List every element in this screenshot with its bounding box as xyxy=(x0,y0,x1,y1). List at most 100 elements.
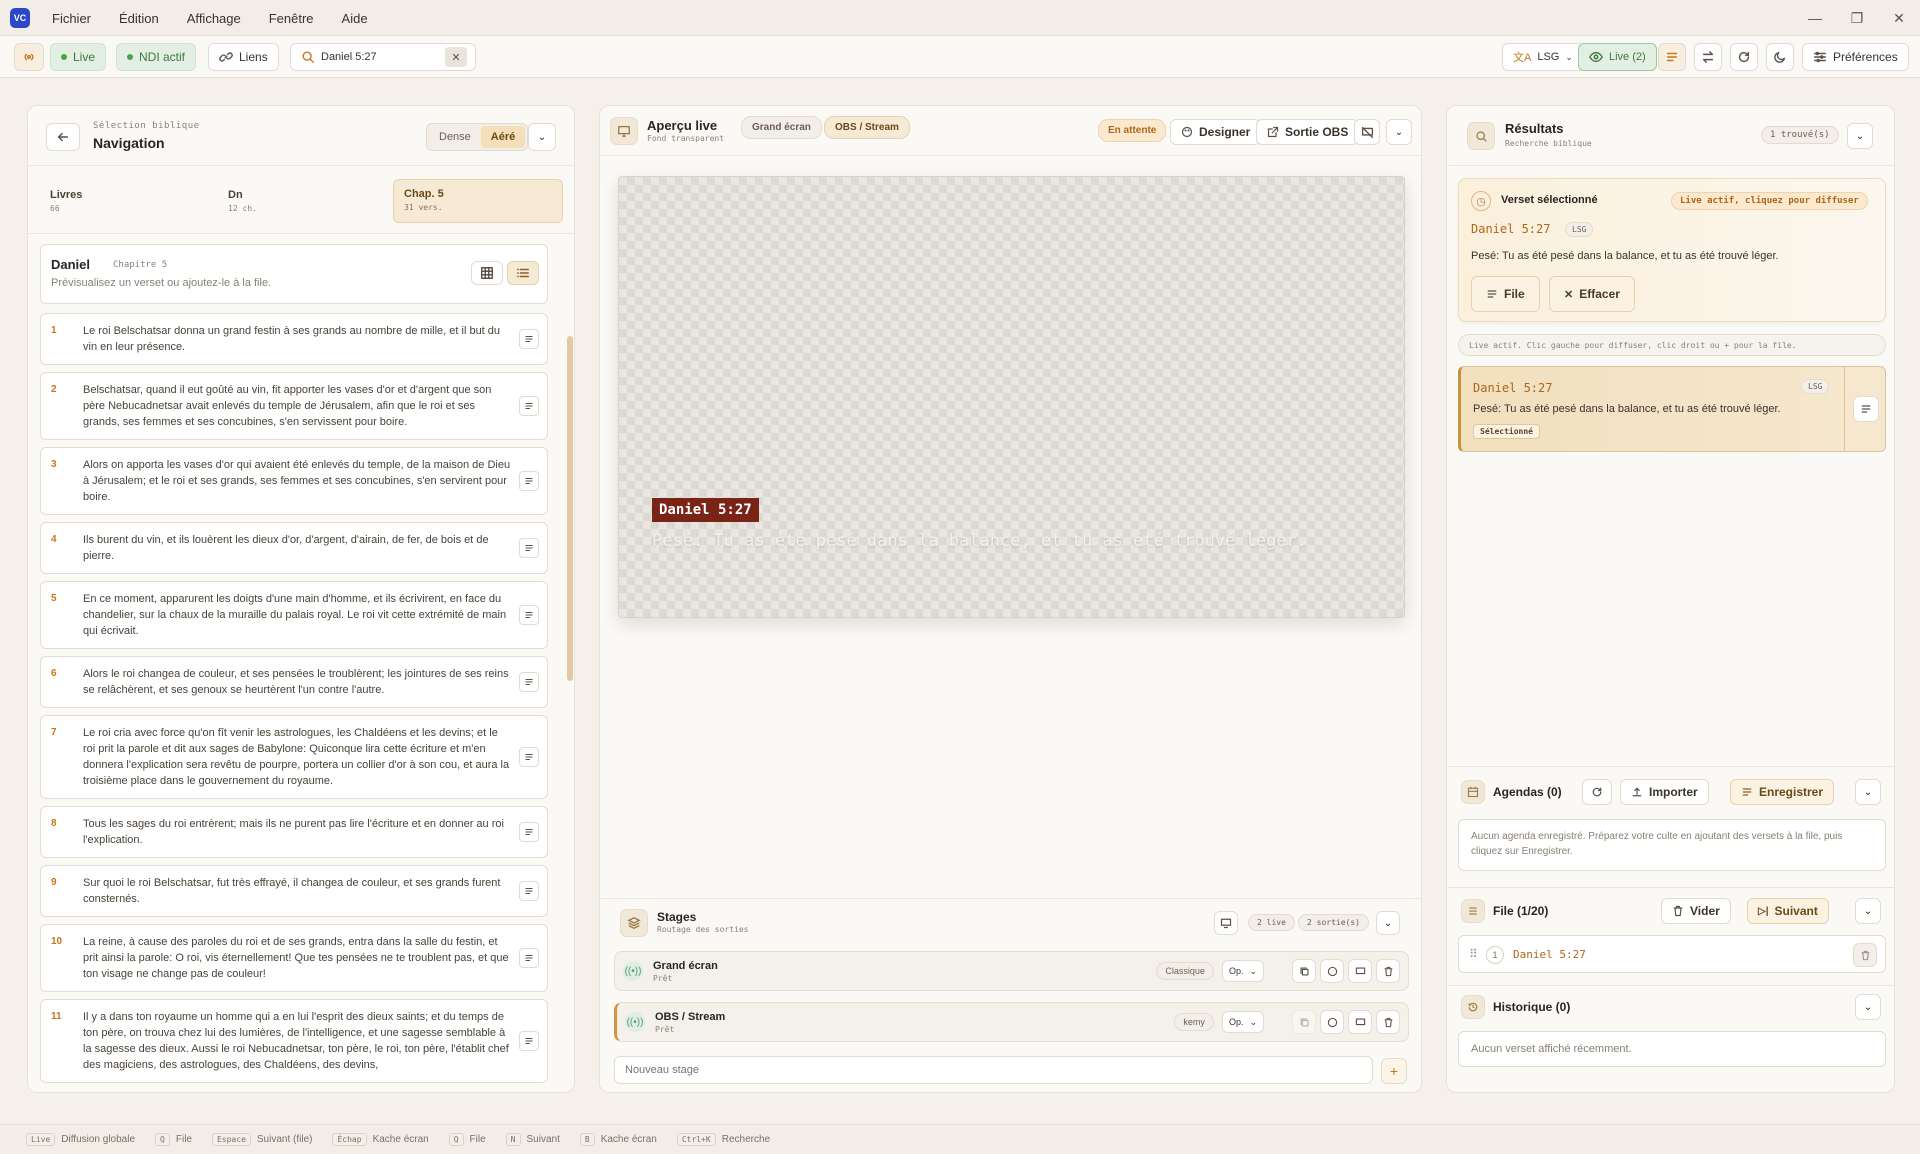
history-chevron-icon[interactable]: ⌄ xyxy=(1855,994,1881,1020)
clear-search-icon[interactable]: ✕ xyxy=(445,47,467,67)
live-toggle-button[interactable]: Live xyxy=(50,43,107,71)
save-agenda-button[interactable]: Enregistrer xyxy=(1730,779,1835,805)
refresh-icon[interactable] xyxy=(1730,43,1758,71)
preferences-button[interactable]: Préférences xyxy=(1802,43,1909,71)
moon-icon[interactable] xyxy=(1766,43,1794,71)
live-outputs-button[interactable]: Live (2) xyxy=(1578,43,1657,71)
ndi-toggle-button[interactable]: NDI actif xyxy=(116,43,197,71)
menu-fenetre[interactable]: Fenêtre xyxy=(269,11,314,26)
list-item[interactable]: 10 La reine, à cause des paroles du roi e… xyxy=(40,924,548,992)
agendas-chevron-icon[interactable]: ⌄ xyxy=(1855,779,1881,805)
add-to-queue-icon[interactable] xyxy=(519,329,539,349)
drag-handle-icon[interactable]: ⠿ xyxy=(1469,947,1478,961)
add-to-queue-icon[interactable] xyxy=(519,948,539,968)
links-button[interactable]: Liens xyxy=(208,43,279,71)
list-item[interactable]: 8 Tous les sages du roi entrèrent; mais i… xyxy=(40,806,548,858)
list-item[interactable]: 7 Le roi cria avec force qu'on fît venir … xyxy=(40,715,548,799)
stage-monitor-icon[interactable] xyxy=(1214,911,1238,935)
search-box[interactable]: ✕ xyxy=(290,43,476,71)
density-dense[interactable]: Dense xyxy=(429,126,481,148)
restore-icon[interactable]: ❐ xyxy=(1836,0,1878,36)
next-button[interactable]: ▷| Suivant xyxy=(1747,898,1829,924)
menu-aide[interactable]: Aide xyxy=(342,11,368,26)
close-icon[interactable]: ✕ xyxy=(1878,0,1920,36)
stage-row[interactable]: ((•)) OBS / Stream Prêt kemy Op. ⌄ xyxy=(614,1002,1409,1042)
new-stage-input[interactable] xyxy=(614,1056,1373,1084)
list-item[interactable]: 6 Alors le roi changea de couleur, et ses… xyxy=(40,656,548,708)
add-to-queue-icon[interactable] xyxy=(519,605,539,625)
add-stage-icon[interactable]: + xyxy=(1381,1058,1407,1084)
list-item[interactable]: 2 Belschatsar, quand il eut goûté au vin,… xyxy=(40,372,548,440)
copy-icon[interactable] xyxy=(1292,1010,1316,1034)
tab-livres[interactable]: Livres 66 xyxy=(50,179,210,221)
clear-selection-button[interactable]: ✕ Effacer xyxy=(1549,276,1635,312)
queue-list-icon[interactable] xyxy=(1658,43,1686,71)
list-item[interactable]: 5 En ce moment, apparurent les doigts d'u… xyxy=(40,581,548,649)
translation-select[interactable]: 文A LSG ⌄ xyxy=(1502,43,1584,71)
add-to-queue-icon[interactable] xyxy=(519,471,539,491)
stage-row[interactable]: ((•)) Grand écran Prêt Classique Op. ⌄ xyxy=(614,951,1409,991)
results-chevron-icon[interactable]: ⌄ xyxy=(1847,123,1873,149)
list-item[interactable]: 9 Sur quoi le roi Belschatsar, fut très e… xyxy=(40,865,548,917)
minimize-icon[interactable]: — xyxy=(1794,0,1836,36)
list-item[interactable]: 11 Il y a dans ton royaume un homme qui a… xyxy=(40,999,548,1083)
add-to-queue-icon[interactable] xyxy=(519,538,539,558)
menu-fichier[interactable]: Fichier xyxy=(52,11,91,26)
verse-text: Il y a dans ton royaume un homme qui a e… xyxy=(83,1011,509,1071)
list-item[interactable]: 3 Alors on apporta les vases d'or qui ava… xyxy=(40,447,548,515)
grid-view-icon[interactable] xyxy=(471,261,503,285)
preview-tab-obs[interactable]: OBS / Stream xyxy=(824,116,910,139)
add-to-queue-icon[interactable] xyxy=(519,822,539,842)
stage-op-select[interactable]: Op. ⌄ xyxy=(1221,1011,1264,1033)
preview-subtitle: Fond transparent xyxy=(647,134,725,143)
queue-chevron-icon[interactable]: ⌄ xyxy=(1855,898,1881,924)
add-to-queue-icon[interactable] xyxy=(519,672,539,692)
queue-item[interactable]: ⠿ 1 Daniel 5:27 xyxy=(1458,935,1886,973)
scrollbar[interactable] xyxy=(567,336,573,681)
list-item[interactable]: 4 Ils burent du vin, et ils louèrent les … xyxy=(40,522,548,574)
add-to-queue-icon[interactable] xyxy=(519,1031,539,1051)
trash-icon[interactable] xyxy=(1376,1010,1400,1034)
collapse-chevron-icon[interactable]: ⌄ xyxy=(528,123,556,151)
preview-chevron-icon[interactable]: ⌄ xyxy=(1386,119,1412,145)
copy-icon[interactable] xyxy=(1292,959,1316,983)
display-icon[interactable] xyxy=(1348,1010,1372,1034)
preview-tab-grand-ecran[interactable]: Grand écran xyxy=(741,116,822,139)
list-item[interactable]: 1 Le roi Belschatsar donna un grand festi… xyxy=(40,313,548,365)
screen-off-icon[interactable] xyxy=(1354,119,1380,145)
stages-chevron-icon[interactable]: ⌄ xyxy=(1376,911,1400,935)
display-icon[interactable] xyxy=(1348,959,1372,983)
import-button[interactable]: Importer xyxy=(1620,779,1709,805)
density-aere[interactable]: Aéré xyxy=(480,126,526,148)
result-queue-icon[interactable] xyxy=(1844,367,1886,451)
swap-icon[interactable] xyxy=(1694,43,1722,71)
menu-affichage[interactable]: Affichage xyxy=(187,11,241,26)
palette-icon[interactable] xyxy=(1320,959,1344,983)
add-to-queue-icon[interactable] xyxy=(519,396,539,416)
designer-button[interactable]: Designer xyxy=(1170,119,1262,145)
back-arrow-icon[interactable] xyxy=(46,123,80,151)
tab-book[interactable]: Dn 12 ch. xyxy=(228,179,388,221)
tab-chapter[interactable]: Chap. 5 31 vers. xyxy=(393,179,563,223)
delete-queue-item-icon[interactable] xyxy=(1853,943,1877,967)
sync-icon[interactable] xyxy=(1582,779,1612,805)
search-input[interactable] xyxy=(321,51,439,63)
obs-output-button[interactable]: Sortie OBS xyxy=(1256,119,1360,145)
chevron-down-icon: ⌄ xyxy=(1565,51,1573,62)
result-item[interactable]: Daniel 5:27 LSG Pesé: Tu as été pesé dan… xyxy=(1458,366,1886,452)
list-view-icon[interactable] xyxy=(507,261,539,285)
stage-op-select[interactable]: Op. ⌄ xyxy=(1221,960,1264,982)
broadcast-icon[interactable] xyxy=(14,43,44,71)
add-to-queue-icon[interactable] xyxy=(519,747,539,767)
palette-icon[interactable] xyxy=(1320,1010,1344,1034)
trash-icon[interactable] xyxy=(1376,959,1400,983)
clear-queue-button[interactable]: Vider xyxy=(1661,898,1731,924)
menu-edition[interactable]: Édition xyxy=(119,11,159,26)
live-hint-badge[interactable]: Live actif, cliquez pour diffuser xyxy=(1671,192,1868,210)
live-preview-canvas[interactable]: Daniel 5:27 Pesé: Tu as été pesé dans la… xyxy=(618,176,1405,618)
stage-theme-badge[interactable]: Classique xyxy=(1156,962,1214,980)
verse-number: 10 xyxy=(51,936,63,947)
add-to-queue-button[interactable]: File xyxy=(1471,276,1540,312)
stage-theme-badge[interactable]: kemy xyxy=(1174,1013,1214,1031)
add-to-queue-icon[interactable] xyxy=(519,881,539,901)
